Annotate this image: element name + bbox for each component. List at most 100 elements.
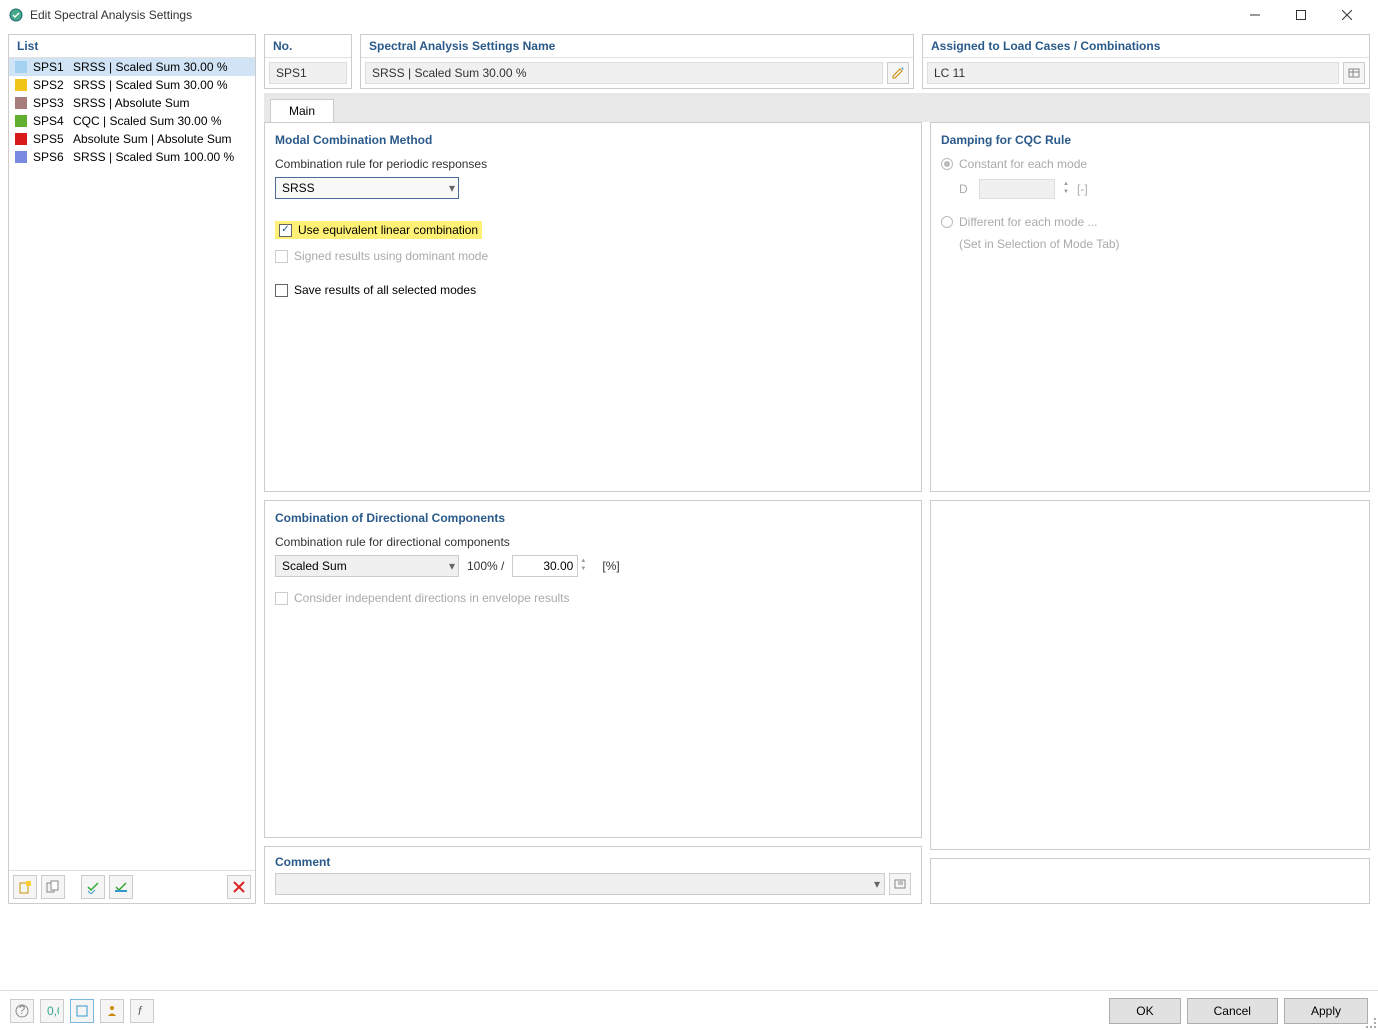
comment-browse-button[interactable] — [889, 873, 911, 895]
app-icon — [8, 7, 24, 23]
name-header: Spectral Analysis Settings Name — [361, 35, 913, 58]
view-button[interactable] — [70, 999, 94, 1023]
save-results-checkbox-row[interactable]: Save results of all selected modes — [275, 283, 911, 297]
no-header: No. — [265, 35, 351, 58]
signed-results-checkbox — [275, 250, 288, 263]
list-item-code: SPS2 — [33, 78, 67, 92]
name-input[interactable]: SRSS | Scaled Sum 30.00 % — [365, 62, 883, 84]
signed-results-label: Signed results using dominant mode — [294, 249, 488, 263]
minimize-button[interactable] — [1232, 0, 1278, 30]
list-item-code: SPS4 — [33, 114, 67, 128]
list-item[interactable]: SPS1 SRSS | Scaled Sum 30.00 % — [9, 58, 255, 76]
ok-button[interactable]: OK — [1109, 998, 1180, 1024]
list-item[interactable]: SPS6 SRSS | Scaled Sum 100.00 % — [9, 148, 255, 166]
name-field-box: Spectral Analysis Settings Name SRSS | S… — [360, 34, 914, 89]
assigned-field-box: Assigned to Load Cases / Combinations LC… — [922, 34, 1370, 89]
different-mode-radio — [941, 216, 953, 228]
assigned-header: Assigned to Load Cases / Combinations — [923, 35, 1369, 58]
pct-unit-label: [%] — [602, 559, 619, 573]
tab-main[interactable]: Main — [270, 99, 334, 122]
constant-mode-label: Constant for each mode — [959, 157, 1087, 171]
damping-title: Damping for CQC Rule — [941, 133, 1359, 147]
modal-combination-section: Modal Combination Method Combination rul… — [264, 122, 922, 492]
list-item-code: SPS3 — [33, 96, 67, 110]
person-button[interactable] — [100, 999, 124, 1023]
list-item[interactable]: SPS5 Absolute Sum | Absolute Sum — [9, 130, 255, 148]
dir-rule-label: Combination rule for directional compone… — [275, 535, 911, 549]
list-item-code: SPS6 — [33, 150, 67, 164]
save-results-checkbox[interactable] — [275, 284, 288, 297]
consider-indep-label: Consider independent directions in envel… — [294, 591, 570, 605]
list-item-label: SRSS | Scaled Sum 100.00 % — [73, 150, 234, 164]
svg-text:0,0: 0,0 — [47, 1004, 59, 1018]
constant-mode-radio-row: Constant for each mode — [941, 157, 1359, 171]
color-swatch — [15, 97, 27, 109]
list-item[interactable]: SPS3SRSS | Absolute Sum — [9, 94, 255, 112]
use-equiv-checkbox[interactable] — [279, 224, 292, 237]
color-swatch — [15, 79, 27, 91]
directional-section: Combination of Directional Components Co… — [264, 500, 922, 838]
list-item-label: Absolute Sum | Absolute Sum — [73, 132, 232, 146]
rule-label: Combination rule for periodic responses — [275, 157, 911, 171]
list-item[interactable]: SPS2 SRSS | Scaled Sum 30.00 % — [9, 76, 255, 94]
assigned-browse-button[interactable] — [1343, 62, 1365, 84]
pct-spinner[interactable]: ▲▼ — [578, 558, 588, 574]
tab-strip: Main — [264, 93, 1370, 122]
signed-results-checkbox-row: Signed results using dominant mode — [275, 249, 911, 263]
d-unit: [-] — [1077, 182, 1088, 196]
list-item-code: SPS5 — [33, 132, 67, 146]
color-swatch — [15, 133, 27, 145]
check-button[interactable] — [81, 875, 105, 899]
comment-section: Comment ▾ — [264, 846, 922, 904]
d-spinner: ▲▼ — [1061, 181, 1071, 197]
window-title: Edit Spectral Analysis Settings — [30, 8, 1232, 22]
list-item-label: SRSS | Scaled Sum 30.00 % — [73, 78, 228, 92]
no-field-box: No. SPS1 — [264, 34, 352, 89]
help-button[interactable]: ? — [10, 999, 34, 1023]
maximize-button[interactable] — [1278, 0, 1324, 30]
list-item-label: SRSS | Scaled Sum 30.00 % — [73, 60, 228, 74]
units-button[interactable]: 0,0 — [40, 999, 64, 1023]
color-swatch — [15, 61, 27, 73]
list-body: SPS1 SRSS | Scaled Sum 30.00 % SPS2 SRSS | … — [9, 58, 255, 870]
use-equiv-label: Use equivalent linear combination — [298, 223, 478, 237]
pct-input[interactable] — [512, 555, 578, 577]
constant-mode-radio — [941, 158, 953, 170]
svg-text:?: ? — [19, 1004, 26, 1017]
list-panel: List SPS1 SRSS | Scaled Sum 30.00 % SPS2 SR… — [8, 34, 256, 904]
assigned-input[interactable]: LC 11 — [927, 62, 1339, 84]
titlebar: Edit Spectral Analysis Settings — [0, 0, 1378, 30]
modal-title: Modal Combination Method — [275, 133, 911, 147]
new-button[interactable] — [13, 875, 37, 899]
list-item-code: SPS1 — [33, 60, 67, 74]
chevron-down-icon: ▾ — [874, 877, 880, 891]
consider-indep-checkbox-row: Consider independent directions in envel… — [275, 591, 911, 605]
copy-button[interactable] — [41, 875, 65, 899]
close-button[interactable] — [1324, 0, 1370, 30]
damping-section: Damping for CQC Rule Constant for each m… — [930, 122, 1370, 492]
different-mode-label: Different for each mode ... — [959, 215, 1098, 229]
function-button[interactable]: f — [130, 999, 154, 1023]
apply-button[interactable]: Apply — [1284, 998, 1368, 1024]
svg-text:f: f — [138, 1004, 143, 1018]
color-swatch — [15, 151, 27, 163]
list-toolbar — [9, 870, 255, 903]
directional-rule-select[interactable]: Scaled Sum ▾ — [275, 555, 459, 577]
use-equiv-checkbox-row[interactable]: Use equivalent linear combination — [275, 221, 482, 239]
bottom-bar: ? 0,0 f OK Cancel Apply — [0, 990, 1378, 1030]
cancel-button[interactable]: Cancel — [1187, 998, 1278, 1024]
comment-input[interactable]: ▾ — [275, 873, 885, 895]
periodic-rule-select[interactable]: SRSS ▾ — [275, 177, 459, 199]
d-label: D — [959, 182, 973, 196]
resize-grip[interactable] — [1364, 1016, 1376, 1028]
edit-name-button[interactable] — [887, 62, 909, 84]
apply-all-button[interactable] — [109, 875, 133, 899]
different-mode-sub: (Set in Selection of Mode Tab) — [959, 237, 1359, 251]
no-input[interactable]: SPS1 — [269, 62, 347, 84]
empty-section-1 — [930, 500, 1370, 850]
list-header: List — [9, 35, 255, 58]
list-item-label: CQC | Scaled Sum 30.00 % — [73, 114, 222, 128]
d-input — [979, 179, 1055, 199]
delete-button[interactable] — [227, 875, 251, 899]
list-item[interactable]: SPS4 CQC | Scaled Sum 30.00 % — [9, 112, 255, 130]
